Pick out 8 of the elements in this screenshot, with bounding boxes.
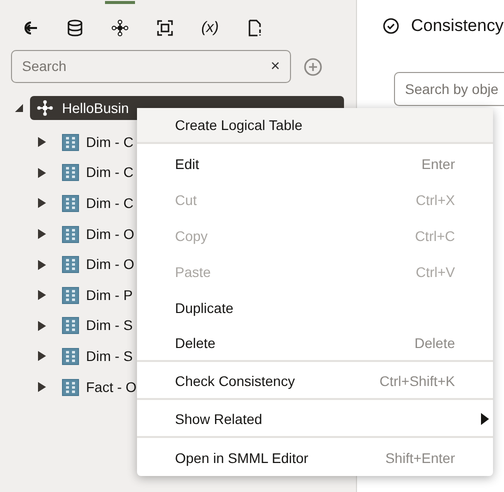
shortcut-label: Ctrl+X — [416, 190, 455, 210]
shortcut-label: Delete — [414, 334, 455, 352]
shortcut-label: Ctrl+V — [416, 262, 455, 282]
shortcut-label: Ctrl+C — [414, 226, 455, 246]
panel-title: Consistency — [411, 15, 504, 38]
shortcut-label: Enter — [422, 154, 455, 174]
shortcut-label: Shift+Enter — [385, 448, 455, 468]
shortcut-label: Ctrl+Shift+K — [380, 372, 455, 390]
